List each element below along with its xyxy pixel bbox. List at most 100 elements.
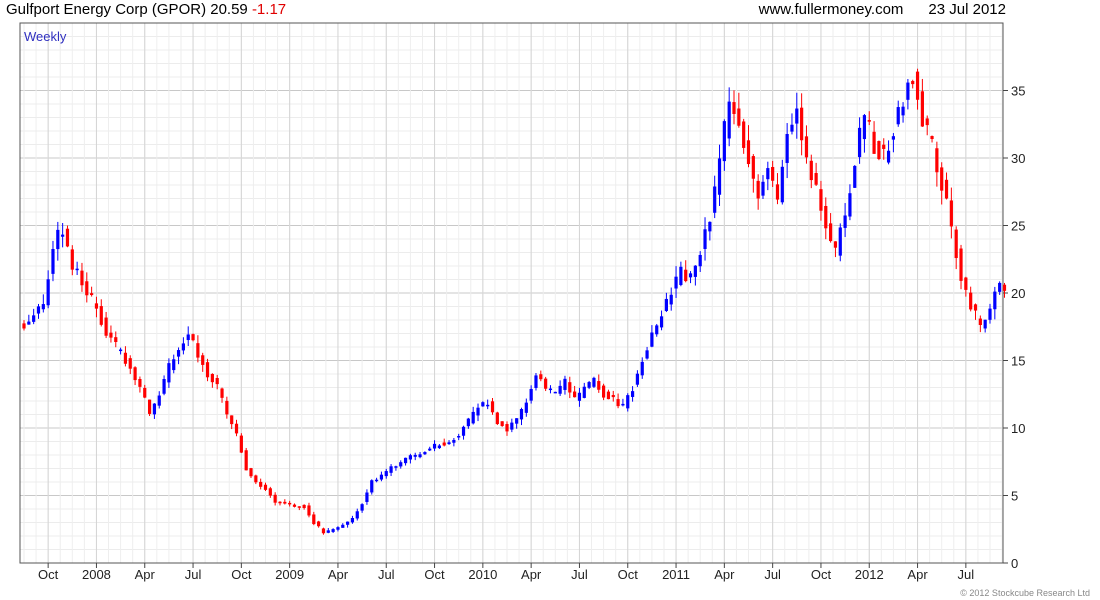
candle-body xyxy=(292,504,297,507)
x-tick-label: Jul xyxy=(764,567,781,582)
candle-body xyxy=(80,270,84,286)
candle-body xyxy=(75,268,79,271)
candle-body xyxy=(515,418,519,424)
candle-body xyxy=(326,530,330,533)
x-tick-label: Jul xyxy=(571,567,588,582)
candle-body xyxy=(346,521,350,525)
candle-body xyxy=(616,399,620,407)
candle-body xyxy=(891,136,895,140)
candle-body xyxy=(210,373,214,383)
candle-body xyxy=(70,249,74,270)
candle-body xyxy=(147,399,152,414)
candle-body xyxy=(152,403,157,415)
candle-body xyxy=(833,241,838,248)
copyright-footer: © 2012 Stockcube Research Ltd xyxy=(960,588,1090,598)
candle-body xyxy=(447,442,451,445)
candle-body xyxy=(283,501,287,504)
candle-body xyxy=(46,279,50,306)
candle-body xyxy=(964,277,968,290)
candle-body xyxy=(273,494,277,503)
x-tick-label: Oct xyxy=(38,567,59,582)
candle-body xyxy=(621,403,625,406)
candle-body xyxy=(606,391,611,400)
candle-body xyxy=(698,254,702,267)
candle-body xyxy=(780,166,784,203)
candle-body xyxy=(679,266,683,285)
candle-body xyxy=(949,200,953,227)
x-tick-label: 2010 xyxy=(468,567,497,582)
candle-body xyxy=(114,337,118,343)
candle-body xyxy=(408,455,412,460)
candle-body xyxy=(539,374,543,380)
x-tick-label: Jul xyxy=(185,567,202,582)
candle-body xyxy=(611,394,615,398)
candle-body xyxy=(655,325,659,335)
candle-body xyxy=(176,350,181,357)
candle-body xyxy=(201,355,205,365)
candle-body xyxy=(172,359,176,371)
candle-body xyxy=(490,401,495,413)
candle-body xyxy=(133,367,137,381)
candle-body xyxy=(935,148,939,173)
candle-body xyxy=(626,395,630,409)
y-tick-label: 30 xyxy=(1011,151,1025,166)
candle-body xyxy=(505,424,509,432)
candle-body xyxy=(288,502,292,505)
y-tick-label: 10 xyxy=(1011,421,1025,436)
candle-body xyxy=(664,298,668,311)
candle-body xyxy=(925,118,929,126)
candle-body xyxy=(800,107,804,141)
candle-body xyxy=(341,524,345,528)
y-tick-label: 15 xyxy=(1011,354,1025,369)
candle-body xyxy=(85,281,89,296)
candle-body xyxy=(56,229,60,250)
candle-body xyxy=(795,108,799,124)
candle-body xyxy=(379,474,384,480)
candle-body xyxy=(278,501,282,504)
candle-body xyxy=(829,223,833,242)
candle-body xyxy=(41,304,45,310)
x-tick-label: Apr xyxy=(521,567,542,582)
candle-body xyxy=(886,150,891,163)
candle-body xyxy=(688,273,693,278)
candle-body xyxy=(65,228,70,247)
candle-body xyxy=(481,402,485,407)
candle-body xyxy=(36,306,41,314)
candle-body xyxy=(244,450,248,471)
candle-body xyxy=(959,248,963,281)
candle-body xyxy=(901,106,905,116)
candle-body xyxy=(254,475,258,483)
candle-body xyxy=(191,334,195,341)
x-tick-label: 2008 xyxy=(82,567,111,582)
candle-body xyxy=(940,167,944,191)
candle-body xyxy=(297,506,301,508)
candle-body xyxy=(442,442,446,446)
candle-body xyxy=(486,404,490,407)
candle-body xyxy=(413,454,417,457)
candle-body xyxy=(978,318,982,326)
candle-body xyxy=(684,269,688,282)
y-tick-label: 20 xyxy=(1011,286,1025,301)
candle-body xyxy=(582,386,586,398)
candle-body xyxy=(370,480,374,493)
x-tick-label: Apr xyxy=(135,567,156,582)
candle-body xyxy=(838,227,842,256)
candle-body xyxy=(466,418,470,427)
candle-body xyxy=(659,316,664,328)
candle-body xyxy=(432,443,437,449)
candle-body xyxy=(90,293,94,296)
candle-body xyxy=(423,452,427,455)
candle-body xyxy=(742,121,746,148)
candle-body xyxy=(317,521,321,527)
candle-body xyxy=(746,140,751,165)
x-tick-label: Oct xyxy=(424,567,445,582)
candle-body xyxy=(418,454,422,458)
candle-body xyxy=(519,409,524,420)
candle-body xyxy=(196,343,200,358)
candle-body xyxy=(592,377,596,387)
candle-body xyxy=(365,492,369,502)
candle-body xyxy=(973,304,978,311)
candle-body xyxy=(785,133,789,163)
x-tick-label: 2012 xyxy=(855,567,884,582)
candle-body xyxy=(553,391,557,394)
